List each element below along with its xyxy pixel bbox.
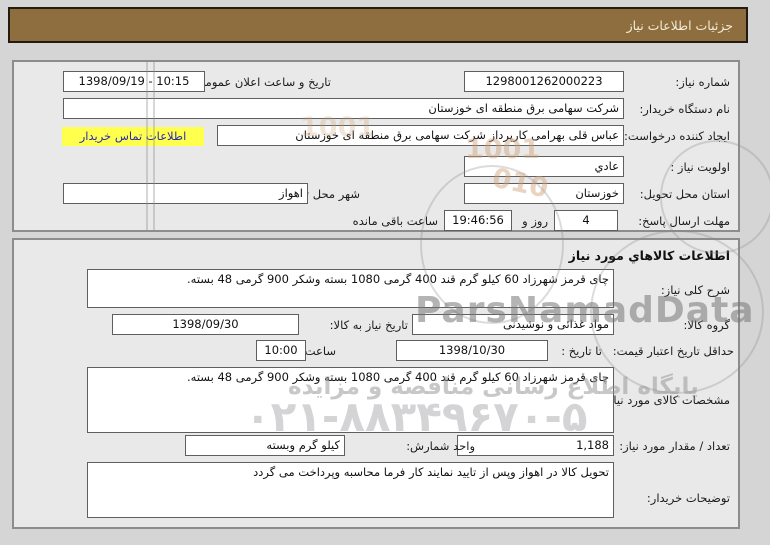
quantity-input[interactable]: 1,188 [457,435,614,456]
specs-textarea[interactable]: چای قرمز شهرزاد 60 کیلو گرم قند 400 گرمی… [87,367,614,433]
general-desc-label: شرح کلی نیاز: [660,283,730,297]
specs-label: مشخصات کالای مورد نیاز: [603,393,730,407]
priority-label: اولویت نیاز : [670,160,730,174]
need-date-input[interactable]: 1398/09/30 [112,314,299,335]
hour-input[interactable]: 10:00 [256,340,306,361]
unit-label: واحد شمارش: [406,439,475,453]
page-title: جزئیات اطلاعات نیاز [626,17,733,33]
announce-datetime-label: تاریخ و ساعت اعلان عمومی: [192,75,331,89]
buyer-notes-label: توضیحات خریدار: [646,491,730,505]
need-number-label: شماره نیاز: [675,75,730,89]
page-title-bar: جزئیات اطلاعات نیاز [8,7,748,43]
announce-datetime-input[interactable]: 1398/09/19 - 10:15 [63,71,205,92]
unit-input[interactable]: کیلو گرم وبسته [185,435,345,456]
buyer-contact-link[interactable]: اطلاعات تماس خریدار [62,127,204,146]
need-number-input[interactable]: 1298001262000223 [464,71,624,92]
need-date-label: تاریخ نیاز به کالا: [329,318,408,332]
page: جزئیات اطلاعات نیاز شماره نیاز: 12980012… [0,0,770,545]
until-date-label: تا تاریخ : [561,344,602,358]
goods-info-panel: اطلاعات کالاهاي مورد نیاز شرح کلی نیاز: … [12,238,740,529]
priority-input[interactable]: عادي [464,156,624,177]
until-date-input[interactable]: 1398/10/30 [396,340,548,361]
city-input[interactable]: اهواز [63,183,308,204]
quantity-label: تعداد / مقدار مورد نیاز: [619,439,730,453]
province-label: استان محل تحویل: [639,187,730,201]
group-label: گروه کالا: [683,318,730,332]
buyer-org-label: نام دستگاه خریدار: [639,102,730,116]
need-info-panel: شماره نیاز: 1298001262000223 تاریخ و ساع… [12,60,740,232]
deadline-suffix: ساعت باقی مانده [352,214,438,228]
requester-label: ایجاد کننده درخواست: [624,129,730,143]
province-input[interactable]: خوزستان [464,183,624,204]
goods-section-title: اطلاعات کالاهاي مورد نیاز [568,248,730,263]
deadline-days-input[interactable]: 4 [554,210,618,231]
deadline-days-word: روز و [522,214,548,228]
deadline-time-input[interactable]: 19:46:56 [444,210,512,231]
deadline-label: مهلت ارسال پاسخ: [638,214,730,228]
price-validity-label: حداقل تاریخ اعتبار قیمت: [612,344,734,358]
requester-input[interactable]: عباس قلی بهرامی کارپرداز شرکت سهامی برق … [217,125,624,146]
buyer-org-input[interactable]: شرکت سهامی برق منطقه ای خوزستان [63,98,624,119]
buyer-notes-textarea[interactable]: تحویل کالا در اهواز وپس از تایید نمایند … [87,462,614,518]
general-desc-textarea[interactable]: چای قرمز شهرزاد 60 کیلو گرم قند 400 گرمی… [87,269,614,308]
group-input[interactable]: مواد غذائی و نوشیدنی [412,314,614,335]
